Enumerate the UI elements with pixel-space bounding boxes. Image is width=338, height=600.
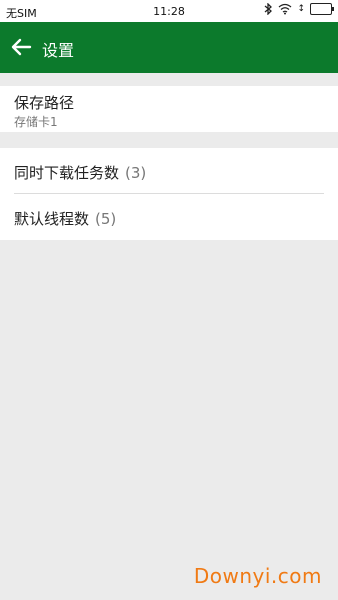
save-path-label: 保存路径 <box>14 94 75 112</box>
concurrent-downloads-count: (3) <box>125 164 147 182</box>
wifi-icon <box>279 3 292 15</box>
back-arrow-icon[interactable] <box>10 36 32 58</box>
page-title: 设置 <box>42 41 75 60</box>
save-path-value: 存储卡1 <box>14 115 58 129</box>
bluetooth-icon <box>265 3 273 15</box>
default-threads-label: 默认线程数 <box>14 210 90 228</box>
watermark: Downyi.com <box>193 564 322 588</box>
status-bar: 无SIM 11:28 ↕ <box>0 0 338 22</box>
status-icons: ↕ <box>263 3 334 15</box>
download-settings-group: 同时下载任务数 (3) 默认线程数 (5) <box>0 148 338 240</box>
concurrent-downloads-label: 同时下载任务数 <box>14 164 120 182</box>
battery-icon <box>310 3 334 15</box>
save-path-item[interactable]: 保存路径 存储卡1 <box>0 86 338 132</box>
signal-icon: ↕ <box>297 4 305 14</box>
default-threads-item[interactable]: 默认线程数 (5) <box>0 194 338 240</box>
default-threads-count: (5) <box>95 210 117 228</box>
concurrent-downloads-item[interactable]: 同时下载任务数 (3) <box>0 148 338 193</box>
app-bar: 设置 <box>0 22 338 73</box>
